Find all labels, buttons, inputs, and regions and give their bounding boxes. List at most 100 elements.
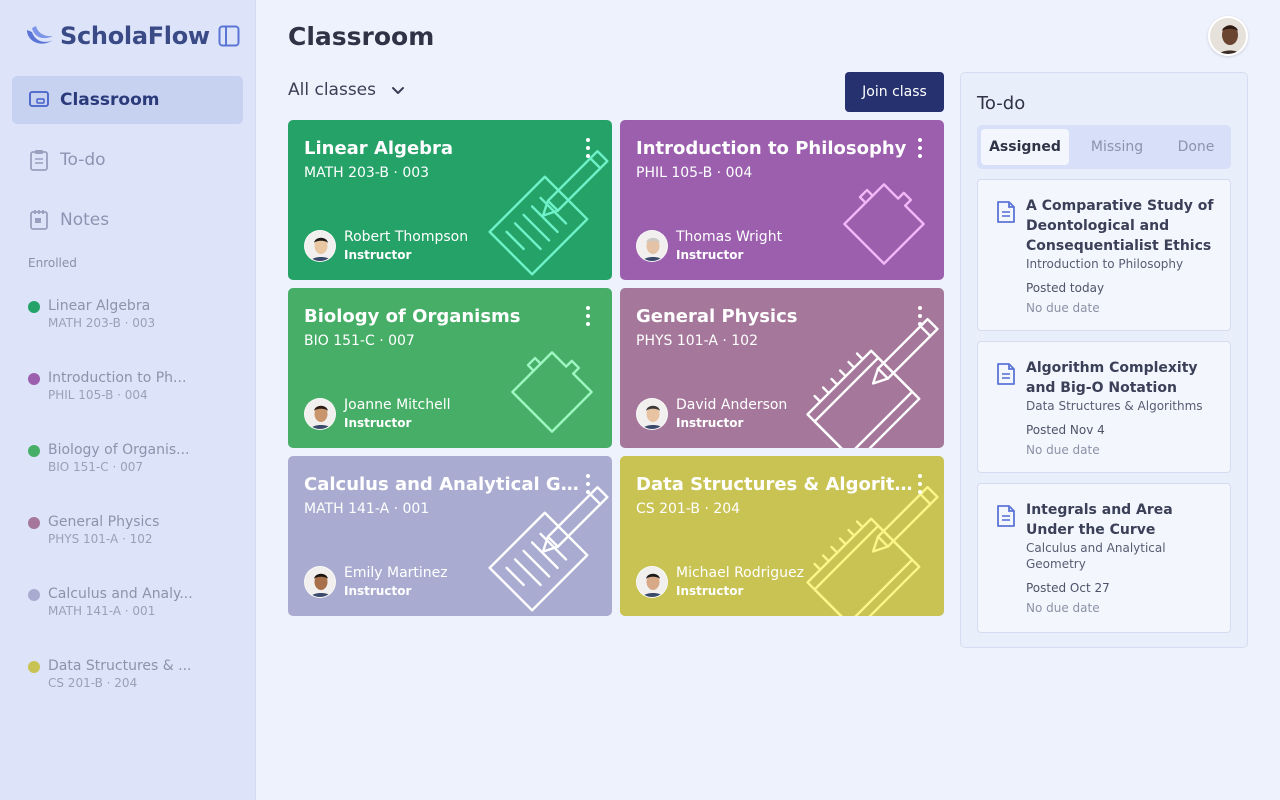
todo-item[interactable]: Integrals and Area Under the Curve Calcul…: [977, 483, 1231, 633]
class-card[interactable]: Calculus and Analytical Geom... MATH 141-…: [288, 456, 612, 616]
enrolled-item-text: Linear Algebra MATH 203-B · 003: [48, 298, 155, 332]
enrolled-item[interactable]: Calculus and Analy... MATH 141-A · 001: [28, 586, 248, 658]
tab-done[interactable]: Done: [1165, 129, 1227, 165]
enrolled-item[interactable]: General Physics PHYS 101-A · 102: [28, 514, 248, 586]
more-options-icon[interactable]: [916, 474, 924, 494]
sidebar-item-notes[interactable]: Notes: [12, 196, 243, 244]
sidebar-item-classroom[interactable]: Classroom: [12, 76, 243, 124]
enrolled-class-code: PHIL 105-B · 004: [48, 388, 148, 402]
class-card[interactable]: Biology of Organisms BIO 151-C · 007 Joann…: [288, 288, 612, 448]
todo-item-class: Data Structures & Algorithms: [1026, 399, 1203, 413]
more-options-icon[interactable]: [916, 138, 924, 158]
wave-logo-icon: [27, 26, 53, 44]
more-options-icon[interactable]: [916, 306, 924, 326]
enrolled-class-code: MATH 141-A · 001: [48, 604, 156, 618]
class-card-code: PHIL 105-B · 004: [636, 165, 753, 181]
class-card-title[interactable]: Biology of Organisms: [304, 306, 521, 327]
more-options-icon[interactable]: [584, 474, 592, 494]
class-card-title[interactable]: Introduction to Philosophy: [636, 138, 906, 159]
instructor-name: Emily Martinez: [344, 565, 448, 581]
todo-item-title[interactable]: A Comparative Study of Deontological and…: [1026, 196, 1222, 256]
class-color-dot: [28, 373, 40, 385]
instructor-name: Thomas Wright: [676, 229, 783, 245]
class-card-title[interactable]: Linear Algebra: [304, 138, 453, 159]
ruler-icon: [804, 316, 944, 448]
todo-item-posted: Posted Nov 4: [1026, 423, 1105, 437]
enrolled-class-name: Linear Algebra: [48, 298, 151, 314]
class-card-title[interactable]: Data Structures & Algorithms: [636, 474, 918, 495]
notebook-icon: [472, 484, 612, 616]
instructor-avatar: [636, 230, 668, 262]
sidebar-item-todo[interactable]: To-do: [12, 136, 243, 184]
user-avatar[interactable]: [1208, 16, 1248, 56]
class-card-title[interactable]: Calculus and Analytical Geom...: [304, 474, 586, 495]
ruler-icon: [804, 484, 944, 616]
document-icon: [997, 201, 1015, 223]
notebook-icon: [472, 148, 612, 280]
todo-item-title[interactable]: Integrals and Area Under the Curve: [1026, 500, 1222, 540]
puzzle-icon: [804, 148, 944, 280]
enrolled-list: Linear Algebra MATH 203-B · 003 Introducti…: [28, 298, 248, 730]
instructor-role: Instructor: [344, 584, 412, 598]
enrolled-class-name: Introduction to Ph...: [48, 370, 187, 386]
enrolled-item[interactable]: Introduction to Ph... PHIL 105-B · 004: [28, 370, 248, 442]
brand-name: ScholaFlow: [60, 22, 210, 50]
sidebar-toggle-icon[interactable]: [216, 23, 242, 49]
enrolled-item-text: Calculus and Analy... MATH 141-A · 001: [48, 586, 193, 620]
enrolled-class-name: General Physics: [48, 514, 160, 530]
todo-tabs: Assigned Missing Done: [977, 125, 1231, 169]
todo-item-body: A Comparative Study of Deontological and…: [1026, 196, 1222, 316]
more-options-icon[interactable]: [584, 306, 592, 326]
instructor-avatar: [304, 566, 336, 598]
enrolled-item-text: General Physics PHYS 101-A · 102: [48, 514, 159, 548]
instructor-role: Instructor: [676, 248, 744, 262]
class-filter-label: All classes: [288, 80, 376, 100]
enrolled-class-name: Data Structures & ...: [48, 658, 192, 674]
instructor-avatar: [304, 230, 336, 262]
enrolled-item[interactable]: Linear Algebra MATH 203-B · 003: [28, 298, 248, 370]
class-filter-dropdown[interactable]: All classes: [288, 80, 406, 100]
clipboard-icon: [28, 149, 50, 171]
instructor-avatar: [636, 566, 668, 598]
sidebar: ScholaFlow Classroom To-do Notes Enrolle…: [0, 0, 256, 800]
enrolled-heading: Enrolled: [28, 256, 77, 270]
todo-item[interactable]: Algorithm Complexity and Big-O Notation D…: [977, 341, 1231, 473]
enrolled-class-code: BIO 151-C · 007: [48, 460, 143, 474]
puzzle-icon: [472, 316, 612, 448]
todo-item-body: Integrals and Area Under the Curve Calcul…: [1026, 500, 1222, 616]
class-card[interactable]: Linear Algebra MATH 203-B · 003 Robert Tho…: [288, 120, 612, 280]
class-color-dot: [28, 661, 40, 673]
todo-item-title[interactable]: Algorithm Complexity and Big-O Notation: [1026, 358, 1222, 398]
class-card[interactable]: General Physics PHYS 101-A · 102 David And…: [620, 288, 944, 448]
instructor-name: Michael Rodriguez: [676, 565, 804, 581]
class-card-title[interactable]: General Physics: [636, 306, 797, 327]
todo-title: To-do: [977, 93, 1026, 114]
enrolled-class-code: PHYS 101-A · 102: [48, 532, 153, 546]
todo-panel: To-do Assigned Missing Done A Comparativ…: [960, 72, 1248, 648]
classroom-icon: [28, 89, 50, 111]
sidebar-item-label: Classroom: [60, 90, 160, 110]
class-card[interactable]: Data Structures & Algorithms CS 201-B · 2…: [620, 456, 944, 616]
join-class-button[interactable]: Join class: [845, 72, 944, 112]
class-color-dot: [28, 517, 40, 529]
brand[interactable]: ScholaFlow: [24, 22, 210, 50]
more-options-icon[interactable]: [584, 138, 592, 158]
instructor-avatar: [636, 398, 668, 430]
enrolled-item[interactable]: Biology of Organis... BIO 151-C · 007: [28, 442, 248, 514]
tab-missing[interactable]: Missing: [1069, 129, 1165, 165]
notes-icon: [28, 209, 50, 231]
todo-item-posted: Posted Oct 27: [1026, 581, 1110, 595]
document-icon: [997, 363, 1015, 385]
class-card[interactable]: Introduction to Philosophy PHIL 105-B · 0…: [620, 120, 944, 280]
tab-assigned[interactable]: Assigned: [981, 129, 1069, 165]
enrolled-class-code: MATH 203-B · 003: [48, 316, 156, 330]
class-card-code: CS 201-B · 204: [636, 501, 741, 517]
class-color-dot: [28, 589, 40, 601]
instructor-role: Instructor: [676, 416, 744, 430]
todo-item-class: Calculus and Analytical Geometry: [1026, 541, 1166, 571]
enrolled-item[interactable]: Data Structures & ... CS 201-B · 204: [28, 658, 248, 730]
instructor-role: Instructor: [676, 584, 744, 598]
class-card-code: MATH 141-A · 001: [304, 501, 430, 517]
todo-item[interactable]: A Comparative Study of Deontological and…: [977, 179, 1231, 331]
enrolled-class-name: Biology of Organis...: [48, 442, 190, 458]
